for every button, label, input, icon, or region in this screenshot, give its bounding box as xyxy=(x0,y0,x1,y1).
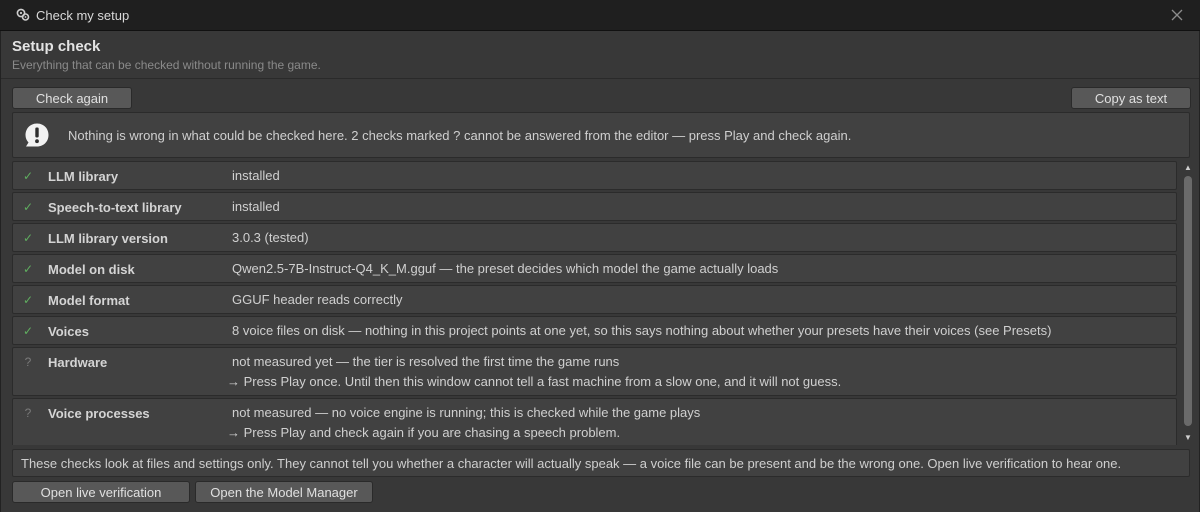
check-value: GGUF header reads correctly xyxy=(232,292,403,307)
copy-as-text-button[interactable]: Copy as text xyxy=(1071,87,1191,109)
title-bar: Check my setup xyxy=(0,0,1200,31)
check-hint: → Press Play and check again if you are … xyxy=(227,425,621,440)
check-status-icon: ? xyxy=(24,355,32,369)
check-name: Speech-to-text library xyxy=(48,200,182,215)
check-status-icon: ✓ xyxy=(22,293,34,307)
checks-list[interactable]: ✓ LLM library installed ✓ Speech-to-text… xyxy=(12,161,1178,445)
check-row-model-format: ✓ Model format GGUF header reads correct… xyxy=(12,285,1177,314)
list-scrollbar[interactable]: ▲ ▼ xyxy=(1182,161,1194,445)
footer-text: These checks look at files and settings … xyxy=(21,455,1122,471)
check-status-icon: ? xyxy=(24,406,32,420)
check-value: 3.0.3 (tested) xyxy=(232,230,309,245)
check-value: not measured — no voice engine is runnin… xyxy=(232,405,701,420)
setup-check-window: Setup check Everything that can be check… xyxy=(0,31,1200,512)
scrollbar-thumb[interactable] xyxy=(1184,176,1192,426)
check-name: Model format xyxy=(48,293,130,308)
check-row-speech-to-text-library: ✓ Speech-to-text library installed xyxy=(12,192,1177,221)
check-row-voice-processes: ? Voice processes not measured — no voic… xyxy=(12,398,1177,445)
check-name: Voices xyxy=(48,324,89,339)
page-title: Setup check xyxy=(12,38,101,55)
scroll-down-icon[interactable]: ▼ xyxy=(1183,433,1193,443)
warning-icon xyxy=(25,123,49,147)
check-status-icon: ✓ xyxy=(22,231,34,245)
check-row-llm-library-version: ✓ LLM library version 3.0.3 (tested) xyxy=(12,223,1177,252)
check-row-voices: ✓ Voices 8 voice files on disk — nothing… xyxy=(12,316,1177,345)
check-status-icon: ✓ xyxy=(22,262,34,276)
check-status-icon: ✓ xyxy=(22,324,34,338)
check-value: not measured yet — the tier is resolved … xyxy=(232,354,620,369)
check-value: installed xyxy=(232,199,280,214)
page-header: Setup check Everything that can be check… xyxy=(12,38,321,72)
check-row-hardware: ? Hardware not measured yet — the tier i… xyxy=(12,347,1177,396)
check-value: 8 voice files on disk — nothing in this … xyxy=(232,323,1052,338)
notice-text: Nothing is wrong in what could be checke… xyxy=(68,127,852,143)
check-name: Voice processes xyxy=(48,406,150,421)
open-live-verification-button[interactable]: Open live verification xyxy=(12,481,190,503)
summary-notice: Nothing is wrong in what could be checke… xyxy=(12,112,1190,158)
check-value: installed xyxy=(232,168,280,183)
page-subtitle: Everything that can be checked without r… xyxy=(12,58,321,72)
check-name: Model on disk xyxy=(48,262,135,277)
footer-note: These checks look at files and settings … xyxy=(12,449,1190,477)
header-divider xyxy=(1,78,1199,79)
close-icon[interactable] xyxy=(1168,6,1186,24)
check-row-model-on-disk: ✓ Model on disk Qwen2.5-7B-Instruct-Q4_K… xyxy=(12,254,1177,283)
check-status-icon: ✓ xyxy=(22,200,34,214)
gear-cluster-icon xyxy=(16,8,30,21)
check-hint: → Press Play once. Until then this windo… xyxy=(227,374,842,389)
check-row-llm-library: ✓ LLM library installed xyxy=(12,161,1177,190)
check-status-icon: ✓ xyxy=(22,169,34,183)
window-title: Check my setup xyxy=(36,7,130,23)
check-again-button[interactable]: Check again xyxy=(12,87,132,109)
check-value: Qwen2.5-7B-Instruct-Q4_K_M.gguf — the pr… xyxy=(232,261,779,276)
check-name: Hardware xyxy=(48,355,108,370)
scroll-up-icon[interactable]: ▲ xyxy=(1183,163,1193,173)
check-name: LLM library xyxy=(48,169,119,184)
open-model-manager-button[interactable]: Open the Model Manager xyxy=(195,481,373,503)
check-name: LLM library version xyxy=(48,231,168,246)
